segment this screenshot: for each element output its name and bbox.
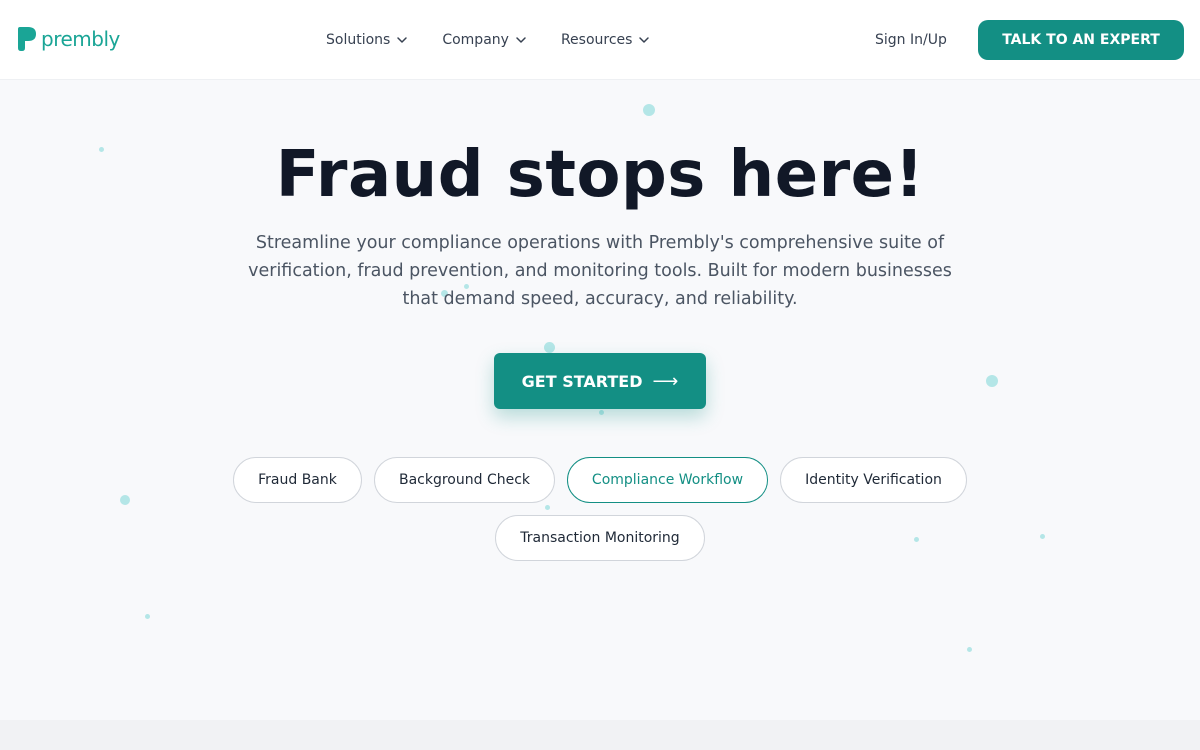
hero-subtitle-line: that demand speed, accuracy, and reliabi… (402, 289, 798, 309)
pill-label: Compliance Workflow (591, 472, 744, 488)
pill-label: Identity Verification (805, 472, 942, 488)
pill-identity-verification[interactable]: Identity Verification (780, 457, 967, 503)
pill-compliance-workflow[interactable]: Compliance Workflow (567, 457, 768, 503)
pill-label: Fraud Bank (258, 472, 337, 488)
arrow-right-icon: ⟶ (652, 370, 679, 392)
decor-dot (914, 537, 919, 542)
chevron-down-icon (516, 37, 526, 43)
brand-name: prembly (41, 27, 120, 51)
sign-in-link[interactable]: Sign In/Up (875, 28, 947, 52)
nav-item-label: Solutions (326, 32, 391, 48)
hero-subtitle: Streamline your compliance operations wi… (230, 229, 970, 313)
nav-item-label: Resources (560, 32, 633, 48)
decor-dot (643, 104, 655, 116)
hero-title: Fraud stops here! (275, 138, 925, 212)
nav-item-label: Company (442, 32, 509, 48)
brand-logo[interactable]: prembly (16, 26, 120, 52)
pill-fraud-bank[interactable]: Fraud Bank (233, 457, 362, 503)
next-section-band (0, 720, 1200, 750)
decor-dot (120, 495, 130, 505)
pill-background-check[interactable]: Background Check (374, 457, 555, 503)
decor-dot (544, 342, 555, 353)
pill-label: Background Check (398, 472, 531, 488)
pill-transaction-monitoring[interactable]: Transaction Monitoring (495, 515, 705, 561)
nav-item-solutions[interactable]: Solutions (326, 28, 408, 52)
decor-dot (986, 375, 998, 387)
talk-to-expert-button[interactable]: TALK TO AN EXPERT (978, 20, 1184, 60)
decor-dot (145, 614, 150, 619)
nav-item-company[interactable]: Company (442, 28, 527, 52)
decor-dot (1040, 534, 1045, 539)
main-nav: Solutions Company Resources (326, 28, 650, 52)
chevron-down-icon (397, 37, 408, 43)
chevron-down-icon (639, 37, 650, 43)
hero-subtitle-line: Streamline your compliance operations wi… (255, 233, 945, 253)
decor-dot (599, 410, 604, 415)
prembly-logo-icon (18, 27, 36, 51)
decor-dot (967, 647, 972, 652)
page: prembly Solutions Company Resources Sign… (0, 0, 1200, 750)
get-started-label: GET STARTED (521, 371, 643, 391)
nav-item-resources[interactable]: Resources (561, 28, 651, 52)
site-header: prembly Solutions Company Resources Sign… (0, 0, 1200, 80)
hero-subtitle-line: verification, fraud prevention, and moni… (248, 261, 952, 281)
decor-dot (545, 505, 550, 510)
get-started-button[interactable]: GET STARTED ⟶ (494, 353, 706, 409)
pill-label: Transaction Monitoring (520, 530, 680, 546)
